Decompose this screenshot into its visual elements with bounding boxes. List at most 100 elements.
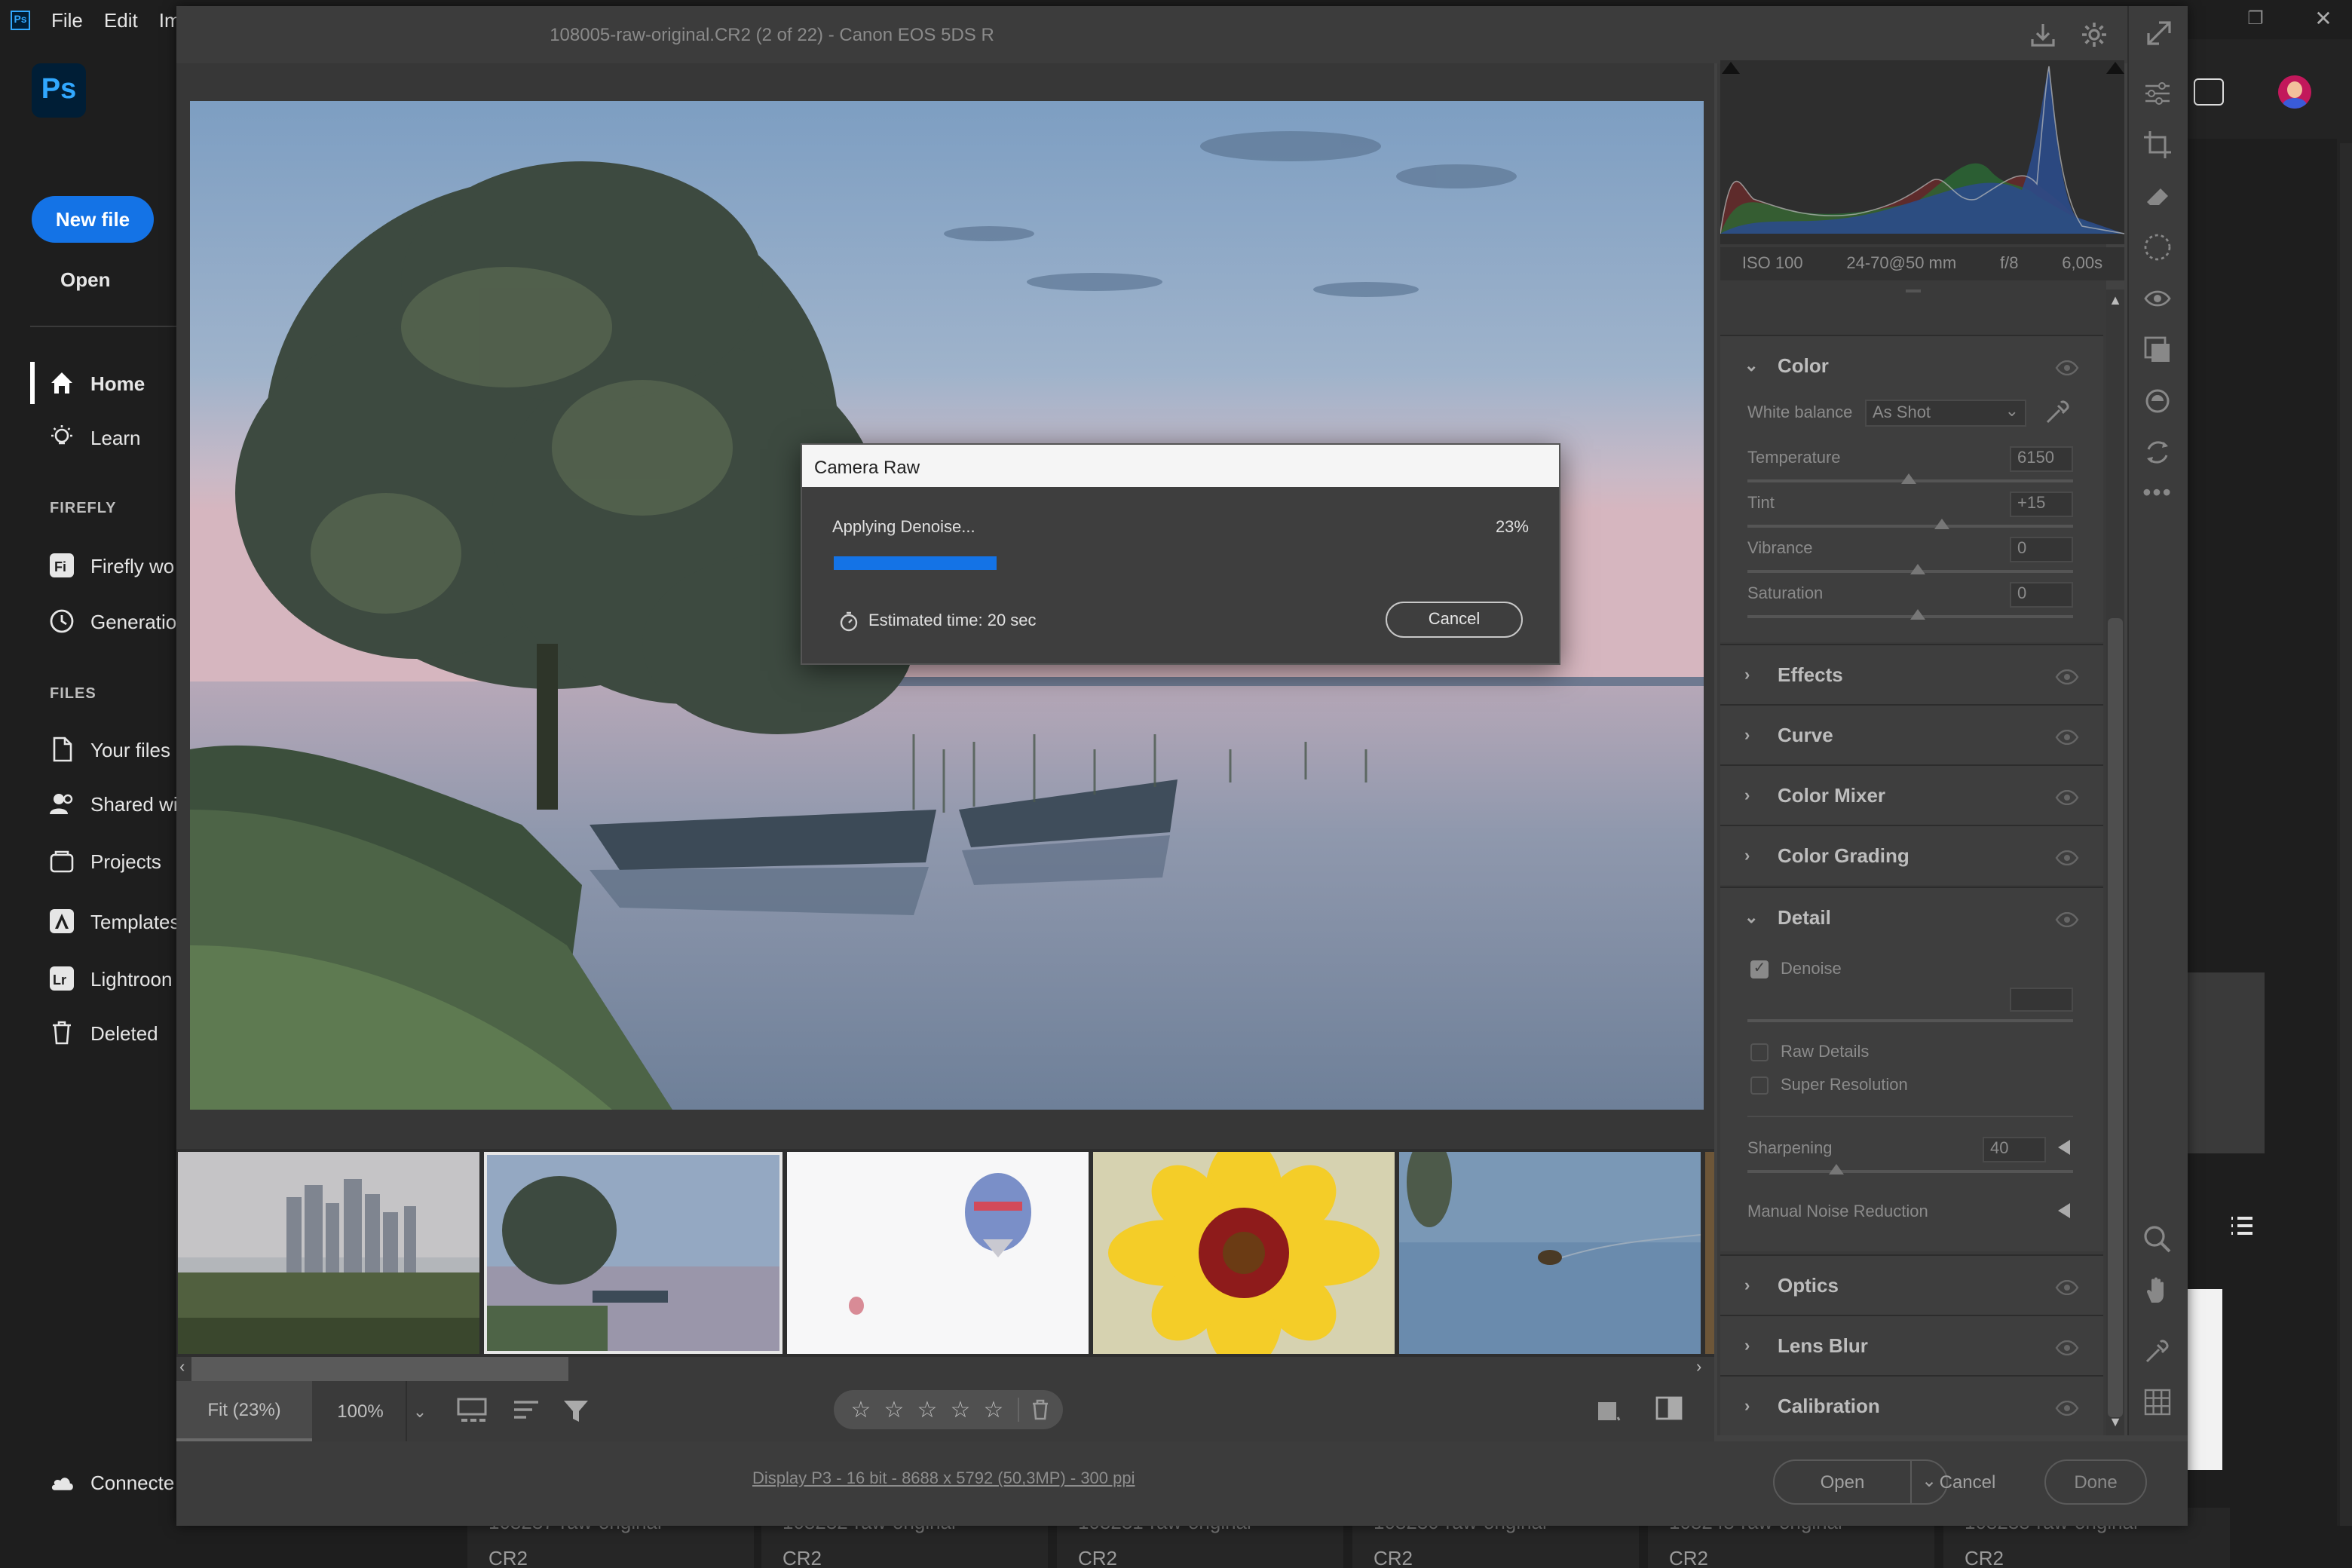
menu-edit[interactable]: Edit <box>104 8 138 31</box>
tint-slider[interactable] <box>1747 525 2073 528</box>
tint-value[interactable]: +15 <box>2010 492 2073 517</box>
sort-icon[interactable] <box>511 1396 541 1426</box>
effects-section-header[interactable]: › Effects <box>1744 663 1843 686</box>
star-icon-1[interactable]: ☆ <box>849 1396 873 1423</box>
open-link[interactable]: Open <box>60 268 110 291</box>
tint-knob[interactable] <box>1934 519 1949 529</box>
zoom-tool-icon[interactable] <box>2142 1224 2173 1254</box>
scroll-up-icon[interactable]: ▲ <box>2108 292 2123 308</box>
more-options-icon[interactable]: ••• <box>2142 482 2173 510</box>
eye-icon[interactable] <box>2055 730 2079 745</box>
eye-icon[interactable] <box>2055 790 2079 805</box>
edit-sliders-icon[interactable] <box>2142 78 2173 109</box>
eye-icon[interactable] <box>2055 360 2079 375</box>
zoom-dropdown-chevron-icon[interactable]: ⌄ <box>406 1381 433 1441</box>
color-grading-section[interactable]: › Color Grading <box>1720 825 2103 885</box>
scroll-down-icon[interactable]: ▼ <box>2108 1414 2123 1429</box>
effects-section[interactable]: › Effects <box>1720 644 2103 704</box>
star-icon-3[interactable]: ☆ <box>915 1396 939 1423</box>
connected-status[interactable]: Connecte <box>48 1468 174 1496</box>
ps-scrollbar[interactable] <box>2340 143 2352 1538</box>
denoise-slider[interactable] <box>1747 1019 2073 1022</box>
nav-lightroom[interactable]: Lr Lightroon <box>48 965 172 992</box>
hand-tool-icon[interactable] <box>2142 1276 2173 1306</box>
redeye-icon[interactable] <box>2142 283 2173 314</box>
temperature-knob[interactable] <box>1901 473 1916 484</box>
curve-section[interactable]: › Curve <box>1720 704 2103 764</box>
masking-icon[interactable] <box>2142 335 2173 365</box>
sharpening-expand-icon[interactable] <box>2058 1140 2070 1155</box>
white-balance-select[interactable]: As Shot ⌄ <box>1865 400 2026 427</box>
share-icon[interactable] <box>2194 78 2224 106</box>
optics-section-header[interactable]: › Optics <box>1744 1274 1839 1297</box>
denoise-amount-field[interactable] <box>2010 988 2073 1012</box>
panel-scroll-thumb[interactable] <box>2108 618 2123 1417</box>
nav-shared[interactable]: Shared wi <box>48 790 178 817</box>
single-view-icon[interactable] <box>1595 1396 1622 1423</box>
color-section-header[interactable]: ⌄ Color <box>1744 354 1829 377</box>
scroll-right-icon[interactable]: › <box>1696 1358 1708 1380</box>
thumbnail-partial[interactable] <box>1705 1152 1714 1354</box>
highlight-clipping-icon[interactable] <box>2106 62 2124 74</box>
calibration-section-header[interactable]: › Calibration <box>1744 1395 1880 1417</box>
panel-resize-handle[interactable] <box>1906 289 1921 292</box>
presets-icon[interactable] <box>2142 386 2173 416</box>
eye-icon[interactable] <box>2055 669 2079 684</box>
super-resolution-checkbox[interactable] <box>1750 1076 1769 1095</box>
thumbnail-city[interactable] <box>178 1152 479 1354</box>
saturation-knob[interactable] <box>1910 609 1925 620</box>
eraser-icon[interactable] <box>2142 181 2173 211</box>
grid-overlay-icon[interactable] <box>2142 1387 2173 1417</box>
sharpening-value[interactable]: 40 <box>1983 1137 2046 1162</box>
sharpening-knob[interactable] <box>1829 1164 1844 1174</box>
crop-icon[interactable] <box>2142 130 2173 160</box>
save-image-icon[interactable] <box>2028 20 2058 50</box>
sharpening-slider[interactable] <box>1747 1170 2073 1173</box>
color-mixer-section-header[interactable]: › Color Mixer <box>1744 784 1885 807</box>
optics-section[interactable]: › Optics <box>1720 1254 2103 1315</box>
nav-projects[interactable]: Projects <box>48 847 161 874</box>
filmstrip-scroll-thumb[interactable] <box>191 1357 568 1381</box>
temperature-value[interactable]: 6150 <box>2010 446 2073 472</box>
denoise-checkbox[interactable]: ✓ <box>1750 960 1769 978</box>
manual-nr-expand-icon[interactable] <box>2058 1203 2070 1218</box>
menu-file[interactable]: File <box>51 8 83 31</box>
nav-deleted[interactable]: Deleted <box>48 1019 158 1046</box>
star-icon-5[interactable]: ☆ <box>982 1396 1006 1423</box>
nav-firefly[interactable]: Fi Firefly wo <box>48 552 174 579</box>
settings-gear-icon[interactable] <box>2079 20 2109 50</box>
thumbnail-duck[interactable] <box>1399 1152 1701 1354</box>
filter-icon[interactable] <box>561 1396 591 1426</box>
avatar[interactable] <box>2278 75 2311 109</box>
delete-trash-icon[interactable] <box>1028 1398 1052 1422</box>
vibrance-knob[interactable] <box>1910 564 1925 574</box>
new-file-button[interactable]: New file <box>32 196 154 243</box>
before-after-icon[interactable] <box>1654 1393 1684 1423</box>
eye-icon[interactable] <box>2055 1280 2079 1295</box>
nav-generation-history[interactable]: Generatio <box>48 608 176 635</box>
raw-details-checkbox[interactable] <box>1750 1043 1769 1061</box>
thumbnail-flower[interactable] <box>1093 1152 1395 1354</box>
nav-learn[interactable]: Learn <box>48 424 141 451</box>
lens-blur-section[interactable]: › Lens Blur <box>1720 1315 2103 1375</box>
zoom-level[interactable]: 100% <box>315 1381 406 1441</box>
nav-home[interactable]: Home <box>48 369 145 397</box>
done-button[interactable]: Done <box>2044 1459 2147 1505</box>
star-icon-4[interactable]: ☆ <box>948 1396 972 1423</box>
color-grading-section-header[interactable]: › Color Grading <box>1744 844 1909 867</box>
curve-section-header[interactable]: › Curve <box>1744 724 1833 746</box>
nav-your-files[interactable]: Your files <box>48 736 170 763</box>
cancel-button[interactable]: Cancel <box>1907 1459 2028 1505</box>
close-window-icon[interactable]: ✕ <box>2308 0 2338 36</box>
fullscreen-toggle[interactable] <box>2127 6 2188 63</box>
fit-zoom-button[interactable]: Fit (23%) <box>176 1381 312 1441</box>
thumbnail-balloon[interactable] <box>787 1152 1089 1354</box>
snapshots-icon[interactable] <box>2142 437 2173 467</box>
detail-section-header[interactable]: ⌄ Detail <box>1744 906 1831 929</box>
eye-icon[interactable] <box>2055 850 2079 865</box>
filmstrip-view-icon[interactable] <box>457 1396 490 1426</box>
dialog-cancel-button[interactable]: Cancel <box>1386 602 1523 638</box>
healing-icon[interactable] <box>2142 232 2173 262</box>
eye-icon[interactable] <box>2055 912 2079 927</box>
eye-icon[interactable] <box>2055 1401 2079 1416</box>
